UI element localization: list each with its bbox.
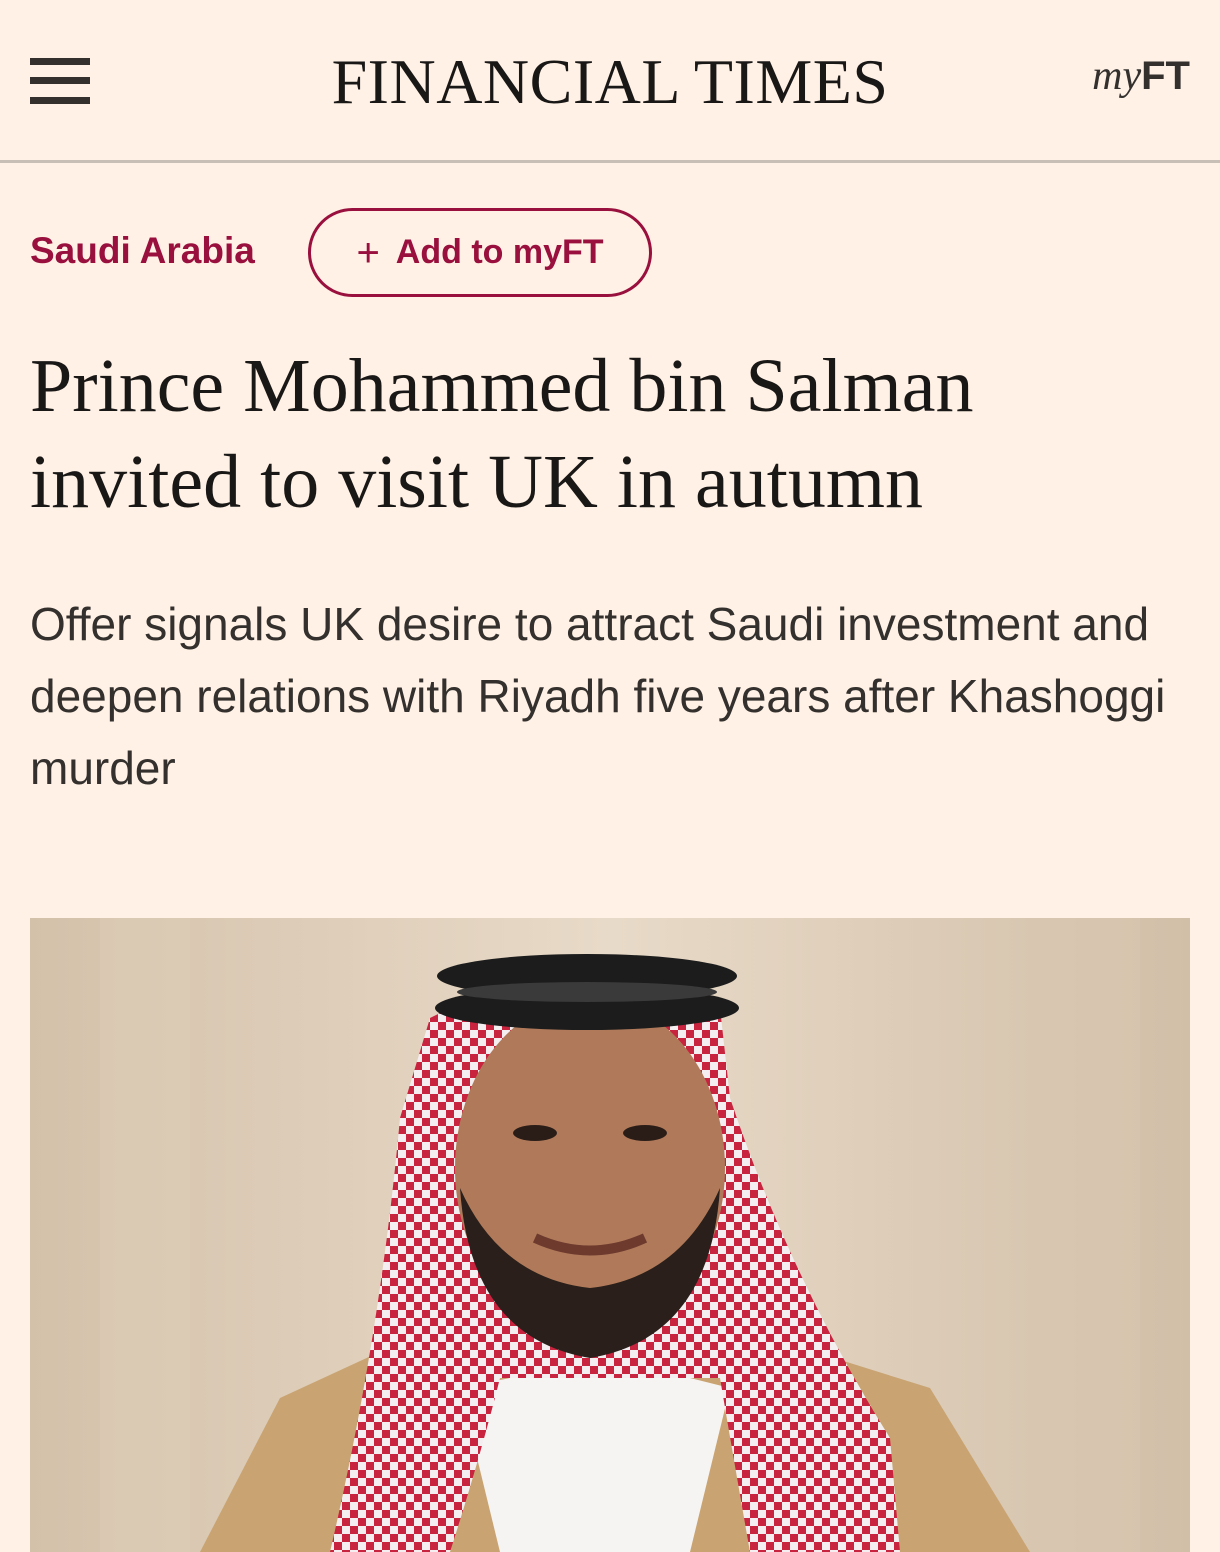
article-headline: Prince Mohammed bin Salman invited to vi… [30,344,974,524]
hero-photo-illustration [30,918,1190,1552]
myft-link[interactable]: myFT [1092,52,1190,100]
hero-image [30,918,1190,1552]
hamburger-menu-icon[interactable] [30,58,90,104]
article-standfirst: Offer signals UK desire to attract Saudi… [30,598,1166,794]
topic-link-saudi-arabia[interactable]: Saudi Arabia [30,230,255,272]
plus-icon: + [356,230,380,275]
myft-my-text: my [1092,53,1142,99]
site-header: FINANCIAL TIMES myFT [0,0,1220,163]
add-to-myft-label: Add to myFT [395,233,604,271]
myft-ft-text: FT [1141,54,1190,98]
masthead-logo[interactable]: FINANCIAL TIMES [0,46,1220,118]
add-to-myft-button[interactable]: + Add to myFT [308,208,652,297]
